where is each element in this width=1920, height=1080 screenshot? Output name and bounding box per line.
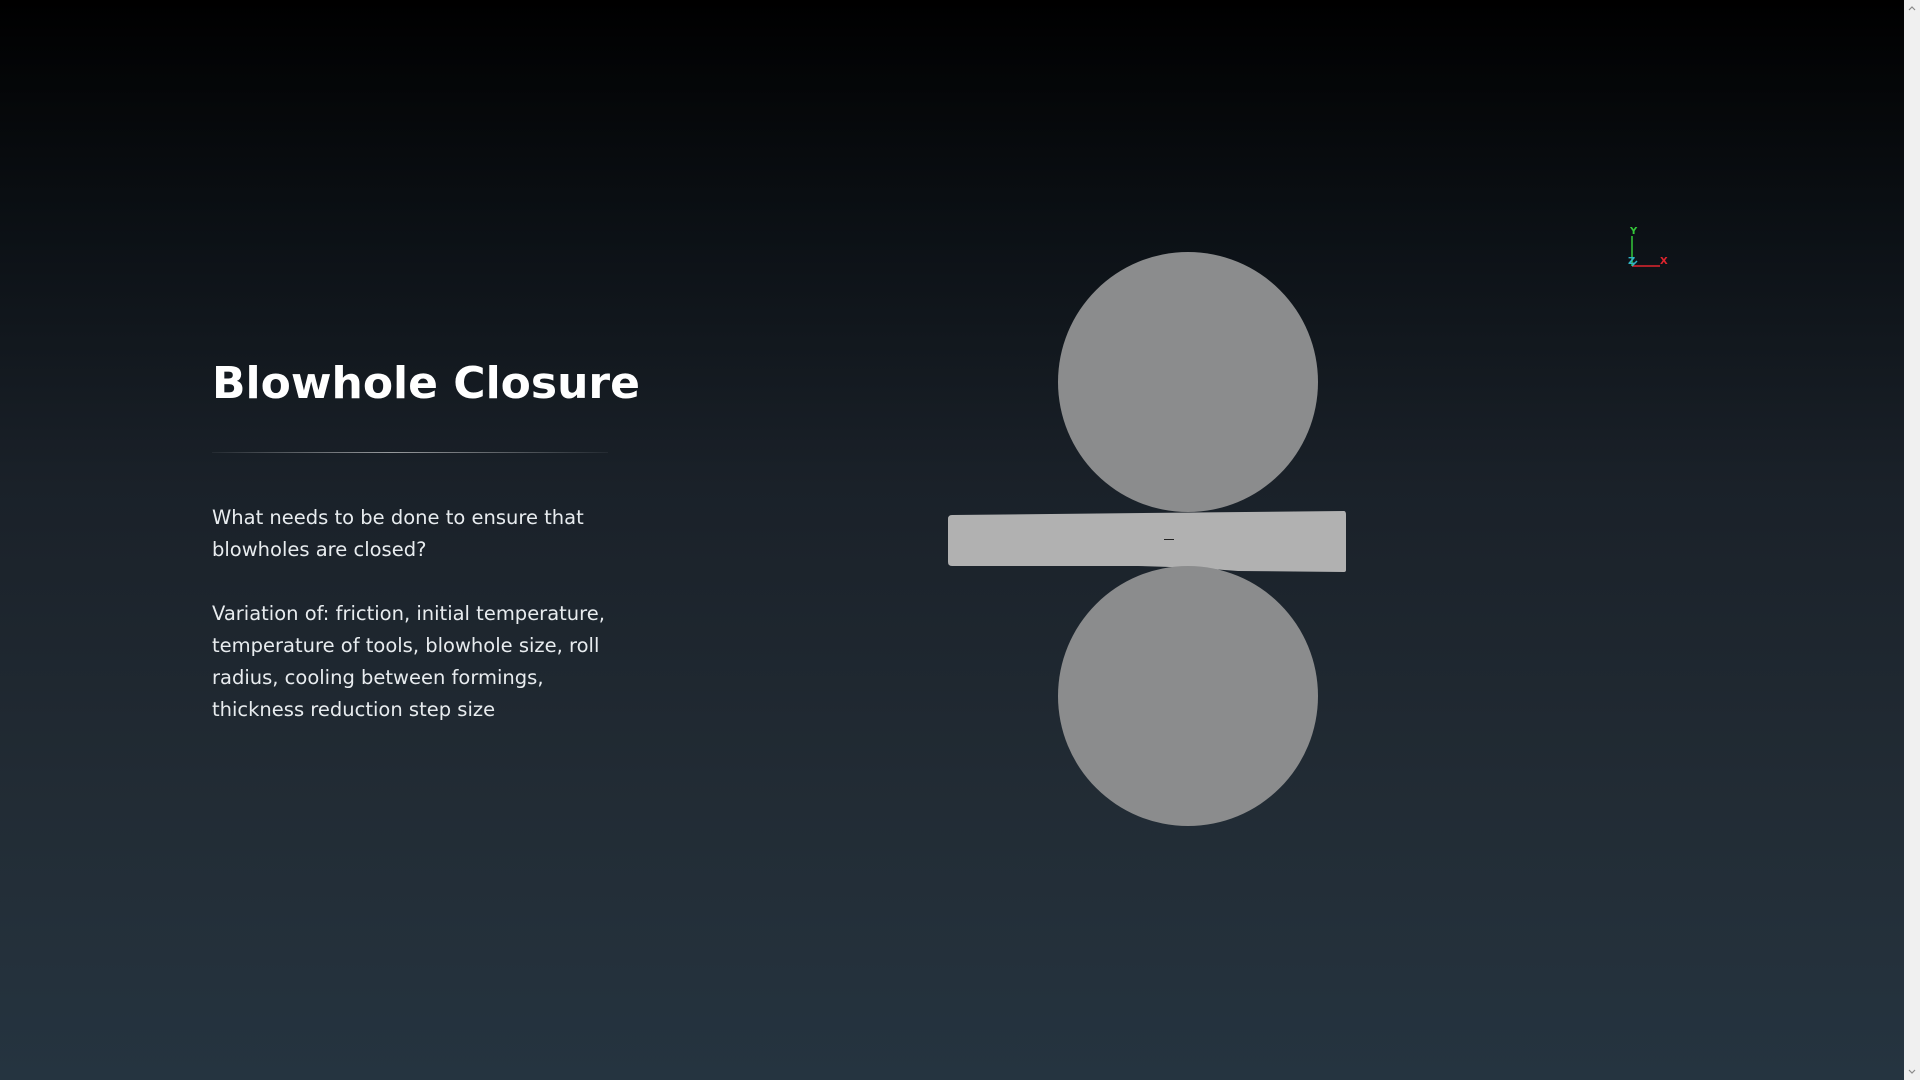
slide-title: Blowhole Closure — [212, 358, 640, 409]
axis-y-label: Y — [1629, 226, 1638, 237]
title-divider — [212, 452, 608, 453]
chevron-up-icon[interactable] — [1904, 0, 1920, 16]
axis-gizmo: Y Z X — [1620, 224, 1670, 274]
axis-z-label: Z — [1628, 256, 1635, 267]
chevron-down-icon[interactable] — [1904, 1064, 1920, 1080]
rolling-simulation-scene[interactable] — [940, 248, 1360, 832]
workpiece-slab — [948, 511, 1346, 575]
axis-x-label: X — [1660, 256, 1668, 267]
viewer-viewport[interactable]: Blowhole Closure What needs to be done t… — [0, 0, 1904, 1080]
vertical-scrollbar[interactable] — [1904, 0, 1920, 1080]
top-roll — [1058, 252, 1318, 512]
blowhole-marker — [1164, 539, 1174, 540]
slide-variation-text: Variation of: friction, initial temperat… — [212, 602, 605, 721]
bottom-roll — [1058, 566, 1318, 826]
slide-question: What needs to be done to ensure that blo… — [212, 506, 584, 561]
